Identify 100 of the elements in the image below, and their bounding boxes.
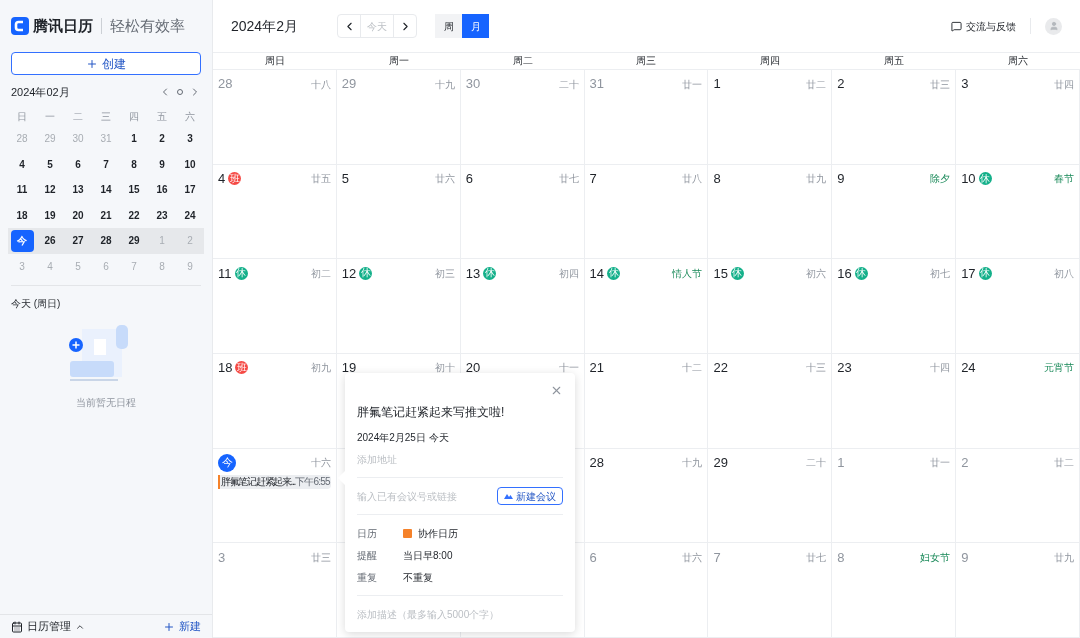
- day-number: 5: [341, 169, 350, 188]
- new-meeting-button[interactable]: 新建会议: [497, 487, 563, 505]
- mini-calendar-day[interactable]: 21: [94, 204, 118, 227]
- weekday-header: 周二: [511, 54, 534, 68]
- mini-calendar-day[interactable]: 19: [38, 204, 62, 227]
- lunar-date: 廿九: [1054, 550, 1074, 565]
- event-popup-title: 胖氟笔记赶紧起来写推文啦!: [357, 404, 506, 421]
- day-number: 3: [218, 548, 226, 567]
- mini-calendar-day[interactable]: 2: [150, 127, 174, 150]
- weekday-header: 周四: [759, 54, 782, 68]
- mini-calendar-day[interactable]: 26: [38, 229, 62, 252]
- lunar-date: 初八: [1054, 266, 1074, 281]
- detail-label: 重复: [357, 570, 378, 585]
- lunar-date: 十三: [806, 361, 827, 376]
- holiday-badge: 休: [730, 266, 744, 280]
- holiday-badge: 休: [978, 266, 992, 280]
- mini-calendar-day[interactable]: 17: [178, 178, 202, 201]
- mini-calendar-day[interactable]: 6: [66, 153, 90, 176]
- day-number: 8: [713, 169, 721, 188]
- lunar-date: 十八: [310, 77, 331, 92]
- lunar-date: 十一: [558, 361, 579, 376]
- mini-calendar-day[interactable]: 14: [94, 178, 118, 201]
- weekday-label: 四: [128, 109, 140, 124]
- day-number: 7: [713, 548, 721, 567]
- plus-icon: [86, 57, 98, 70]
- lunar-date: 廿一: [682, 77, 703, 92]
- logo-icon: [11, 17, 29, 35]
- mini-calendar-day[interactable]: 4: [10, 153, 34, 176]
- mini-calendar-day[interactable]: 11: [10, 178, 34, 201]
- detail-value: 协作日历: [418, 526, 458, 541]
- day-number: 31: [589, 75, 605, 94]
- mini-calendar-day[interactable]: 8: [122, 153, 146, 176]
- lunar-date: 初七: [930, 266, 951, 281]
- mini-calendar-day[interactable]: 7: [94, 153, 118, 176]
- day-number: 15: [713, 264, 728, 283]
- lunar-date: 初三: [434, 266, 455, 281]
- event-title: 胖氟笔记赶紧起来...: [221, 475, 296, 490]
- day-number: 30: [465, 75, 481, 94]
- mini-calendar-day[interactable]: 24: [178, 204, 202, 227]
- lunar-date: 初二: [310, 266, 331, 281]
- mini-calendar-day[interactable]: 16: [150, 178, 174, 201]
- mini-calendar-day[interactable]: 28: [94, 229, 118, 252]
- lunar-date: 十四: [930, 361, 951, 376]
- user-icon: [1048, 21, 1059, 31]
- holiday-badge: 休: [234, 266, 248, 280]
- holiday-badge: 休: [607, 266, 621, 280]
- day-number: 1: [837, 453, 845, 472]
- mini-calendar-day[interactable]: 3: [178, 127, 202, 150]
- mini-calendar-day[interactable]: 18: [10, 204, 34, 227]
- mini-calendar-day[interactable]: 10: [178, 153, 202, 176]
- day-number: 13: [465, 264, 481, 283]
- lunar-date: 廿四: [1054, 77, 1074, 92]
- mini-calendar-day[interactable]: 22: [122, 204, 146, 227]
- meeting-logo-icon: [504, 493, 513, 499]
- day-number: 28: [589, 453, 605, 472]
- mini-calendar-day[interactable]: 20: [66, 204, 90, 227]
- new-calendar-button[interactable]: 新建: [163, 618, 201, 635]
- lunar-date: 廿三: [310, 550, 331, 565]
- mini-calendar-day[interactable]: 今: [10, 229, 34, 252]
- calendar-manage-button[interactable]: 日历管理: [11, 618, 85, 635]
- mini-calendar-day[interactable]: 23: [150, 204, 174, 227]
- lunar-date: 初十: [434, 361, 455, 376]
- event-chip[interactable]: 胖氟笔记赶紧起来...下午6:55: [218, 474, 331, 489]
- detail-label: 日历: [357, 526, 378, 541]
- day-number: 7: [589, 169, 597, 188]
- event-time: 下午6:55: [295, 475, 331, 490]
- mini-calendar-day[interactable]: 12: [38, 178, 62, 201]
- calendar-icon: [11, 620, 23, 633]
- mini-calendar-day[interactable]: 5: [38, 153, 62, 176]
- avatar[interactable]: [1045, 17, 1062, 35]
- app-name: 腾讯日历: [33, 15, 93, 36]
- feedback-button[interactable]: 交流与反馈: [951, 18, 1016, 34]
- weekday-label: 六: [184, 109, 196, 124]
- mini-calendar-day[interactable]: 15: [122, 178, 146, 201]
- lunar-date: 廿三: [930, 77, 951, 92]
- lunar-date: 廿二: [1054, 456, 1074, 471]
- create-button[interactable]: 创建: [11, 52, 201, 75]
- holiday-badge: 休: [978, 172, 992, 186]
- day-number: 17: [961, 264, 976, 283]
- mini-calendar-day[interactable]: 1: [122, 127, 146, 150]
- day-number: 28: [218, 75, 233, 94]
- description-field[interactable]: 添加描述（最多输入5000个字）: [357, 606, 563, 622]
- lunar-date: 廿五: [310, 172, 331, 187]
- weekday-label: 日: [16, 109, 28, 124]
- mini-calendar-day[interactable]: 27: [66, 229, 90, 252]
- view-tab[interactable]: 周: [435, 14, 462, 38]
- mini-calendar-day[interactable]: 13: [66, 178, 90, 201]
- view-tab[interactable]: 月: [462, 14, 489, 38]
- day-number: 10: [961, 169, 976, 188]
- meeting-field[interactable]: 输入已有会议号或链接: [357, 488, 497, 504]
- holiday-badge: 休: [359, 266, 373, 280]
- day-number: 9: [961, 548, 969, 567]
- lunar-date: 春节: [1054, 172, 1074, 187]
- day-number: 1: [713, 75, 721, 94]
- mini-calendar-day[interactable]: 29: [122, 229, 146, 252]
- lunar-date: 二十: [806, 456, 827, 471]
- plus-icon: [163, 620, 175, 633]
- mini-calendar-day[interactable]: 9: [150, 153, 174, 176]
- holiday-badge: 班: [235, 361, 249, 375]
- lunar-date: 妇女节: [920, 550, 951, 565]
